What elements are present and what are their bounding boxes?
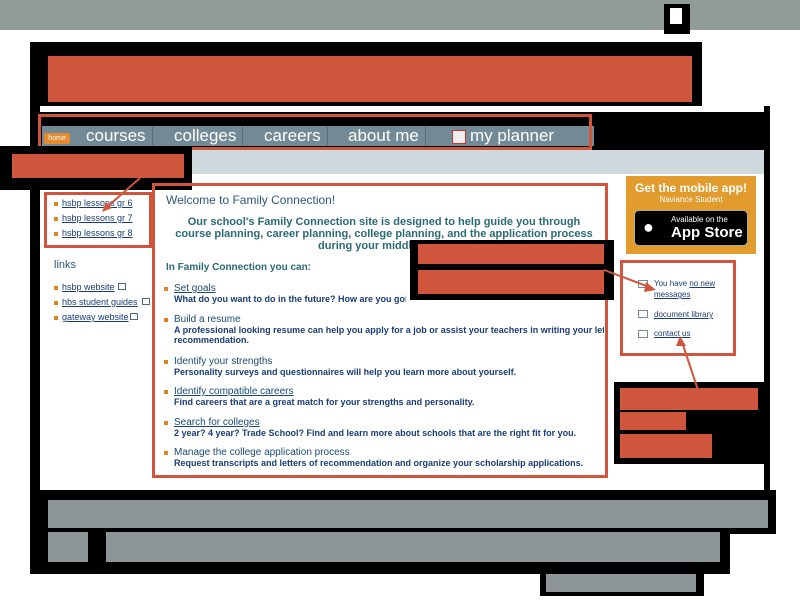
bullet-icon [164,287,168,291]
messages-text: You have no new [654,279,715,288]
feature-title: Manage the college application process [174,447,350,458]
feature-desc-cont: recommendation. [174,335,250,345]
external-window-icon [118,283,126,290]
quick-link-1[interactable]: hsbp lessons gr 6 [62,198,133,208]
top-square-icon[interactable] [664,4,690,34]
bullet-icon [54,202,58,206]
feature-title-link[interactable]: Set goals [174,283,406,294]
link-hsbp-website[interactable]: hsbp website [62,282,115,292]
apple-icon: ● [643,217,654,237]
in-fc-heading: In Family Connection you can: [166,262,312,273]
feature-desc: Personality surveys and questionnaires w… [174,367,517,377]
quick-links: hsbp lessons gr 6 hsbp lessons gr 7 hsbp… [44,196,154,246]
feature-title: Build a resume [174,314,241,325]
label-redaction-middle-1 [418,244,604,264]
welcome-heading: Welcome to Family Connection! [166,193,336,207]
label-redaction-right-3 [620,434,712,458]
messages-link-2[interactable]: messages [654,290,690,299]
caption-bar-3 [546,574,696,592]
feature-desc: Find careers that are a great match for … [174,397,475,407]
messages-icon [638,280,648,288]
bullet-icon [54,301,58,305]
app-banner-title: Get the mobile app! [634,181,747,195]
feature-title-link[interactable]: Identify compatible careers [174,386,474,397]
app-store-label: App Store [671,224,743,241]
bullet-icon [164,390,168,394]
links-heading: links [54,259,77,271]
bullet-icon [54,232,58,236]
title-redaction [48,56,692,102]
link-gateway-website[interactable]: gateway website [62,312,129,322]
bullet-icon [164,421,168,425]
caption-bar-1 [48,500,768,528]
label-redaction-right-1 [620,388,758,410]
bullet-icon [164,360,168,364]
feature-desc: A professional looking resume can help y… [174,325,604,335]
mail-icon [638,330,648,338]
bullet-icon [164,451,168,455]
bullet-icon [164,318,168,322]
document-icon [638,310,648,318]
label-redaction-middle-2 [418,270,604,294]
quick-link-2[interactable]: hsbp lessons gr 7 [62,213,133,223]
feature-title-link[interactable]: Search for colleges [174,417,576,428]
bullet-icon [54,286,58,290]
label-redaction-right-2 [620,412,686,430]
feature-desc: What do you want to do in the future? Ho… [174,294,406,304]
messages-link[interactable]: no new [689,279,715,288]
contact-us-link[interactable]: contact us [654,329,690,338]
feature-desc: Request transcripts and letters of recom… [174,458,584,468]
messages-prefix: You have [654,279,688,288]
quick-link-3[interactable]: hsbp lessons gr 8 [62,228,133,238]
mobile-app-banner[interactable]: Get the mobile app! Naviance Student ● A… [626,176,756,254]
document-library-link[interactable]: document library [654,310,713,319]
app-store-small: Available on the [671,215,728,224]
external-window-icon [142,298,150,305]
right-panel-highlight [620,260,736,356]
external-window-icon [130,313,138,320]
link-student-guides[interactable]: hbs student guides [62,297,138,307]
bullet-icon [54,217,58,221]
caption-bar-2b [106,532,720,562]
app-store-button[interactable]: ● Available on the App Store [634,210,748,246]
links-list: hsbp website hbs student guides gateway … [0,280,160,330]
caption-bar-2a [48,532,88,562]
label-redaction-left [12,154,184,178]
feature-title: Identify your strengths [174,356,273,367]
feature-desc: 2 year? 4 year? Trade School? Find and l… [174,428,577,438]
nav-highlight [38,114,592,150]
app-banner-subtitle: Naviance Student [659,195,723,204]
bullet-icon [54,316,58,320]
